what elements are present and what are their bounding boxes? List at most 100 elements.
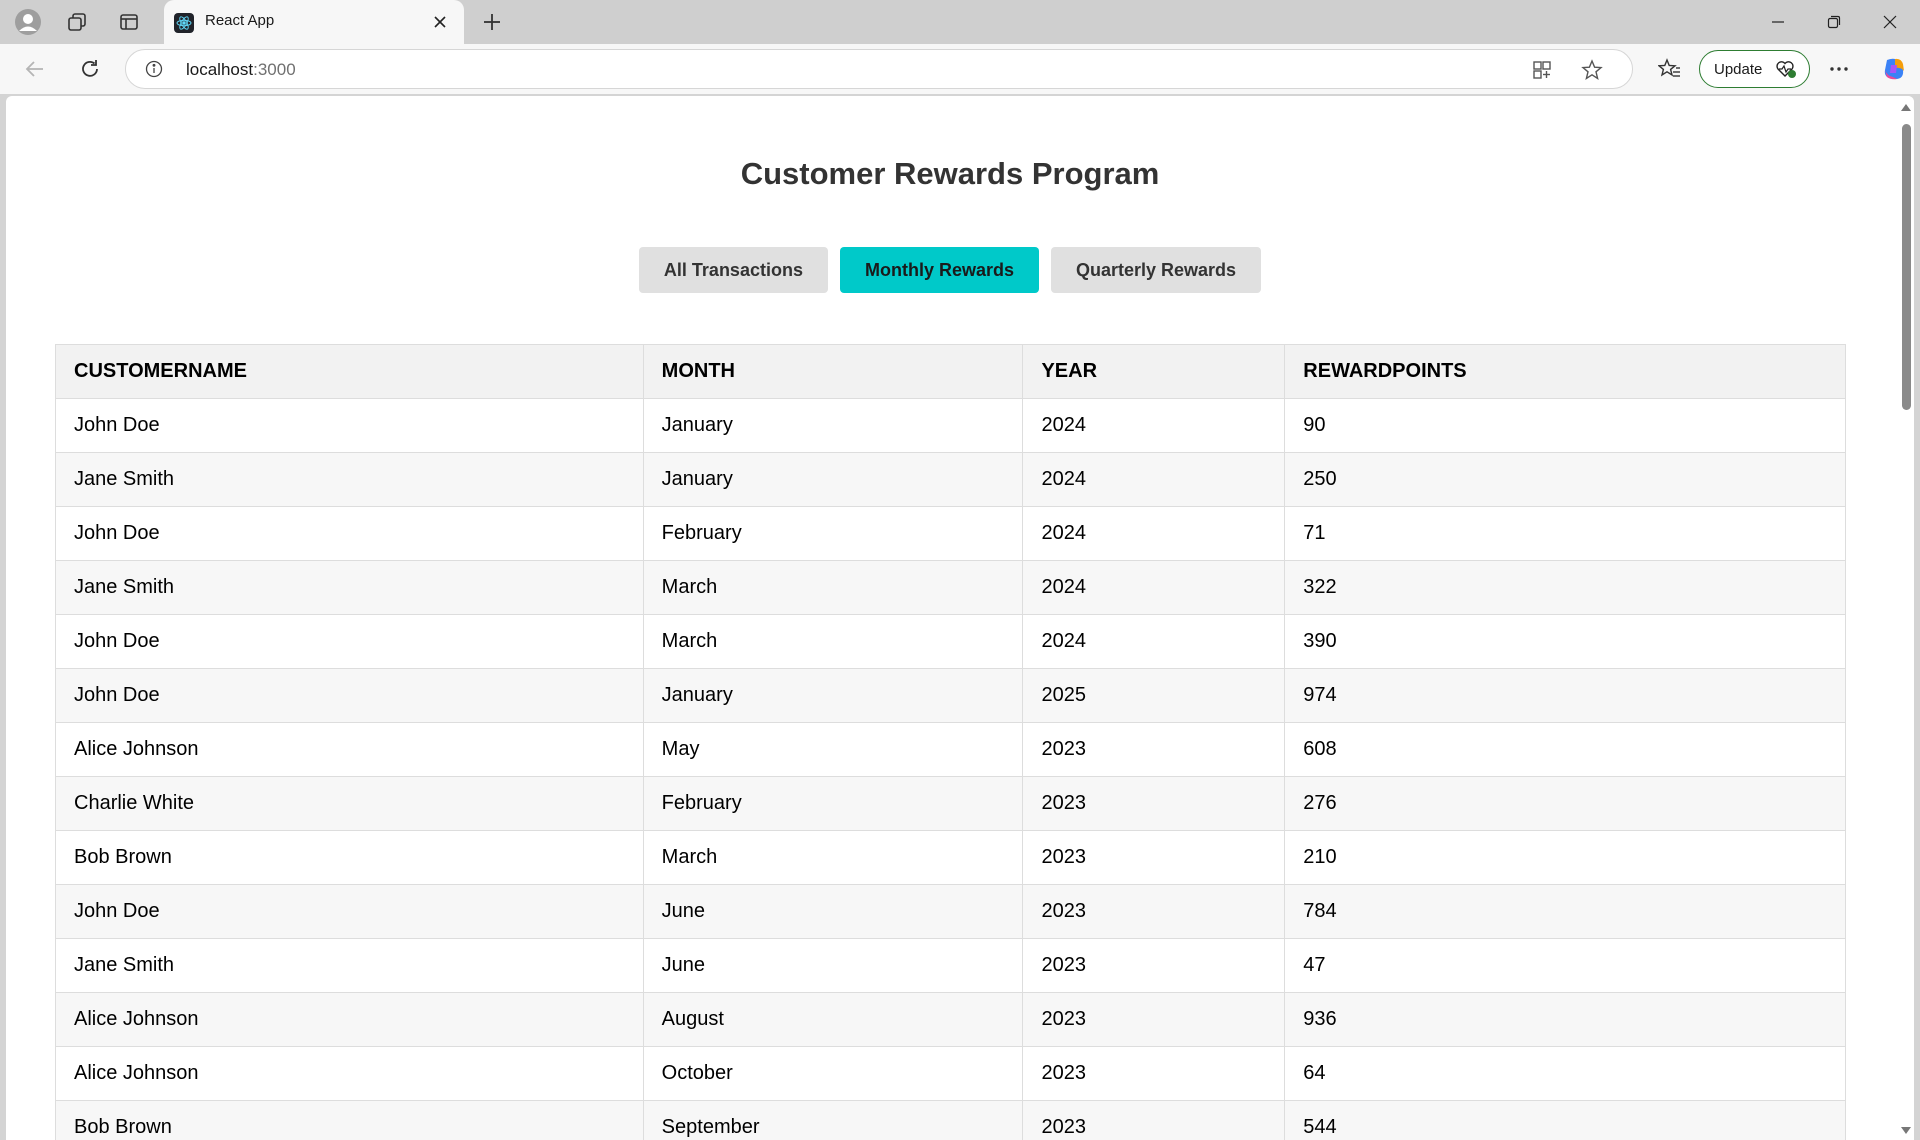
- cell-customer-name: Jane Smith: [55, 938, 644, 993]
- table-row: John Doe March 2024 390: [55, 614, 1846, 669]
- cell-reward-points: 322: [1284, 560, 1846, 615]
- cell-month: August: [642, 992, 1024, 1047]
- table-row: Alice Johnson May 2023 608: [55, 722, 1846, 777]
- update-button[interactable]: Update: [1699, 50, 1810, 88]
- cell-year: 2023: [1022, 938, 1286, 993]
- restore-icon[interactable]: [1806, 0, 1862, 44]
- browser-tab-bar: React App: [0, 0, 1920, 44]
- favorites-icon[interactable]: [1654, 53, 1686, 85]
- url-text: localhost:3000: [186, 60, 296, 79]
- cell-month: March: [642, 614, 1024, 669]
- cell-month: February: [642, 506, 1024, 561]
- page-viewport: Customer Rewards Program All Transaction…: [6, 96, 1914, 1140]
- quarterly-rewards-button[interactable]: Quarterly Rewards: [1051, 247, 1262, 293]
- cell-month: March: [642, 560, 1024, 615]
- table-body: John Doe January 2024 90 Jane Smith January 20…: [55, 398, 1846, 1140]
- monthly-rewards-button[interactable]: Monthly Rewards: [839, 247, 1039, 293]
- back-icon[interactable]: [19, 53, 51, 85]
- table-header-row: customerName month year rewardPoints: [55, 344, 1846, 399]
- tab-react-app[interactable]: React App: [164, 0, 464, 44]
- address-bar[interactable]: localhost:3000: [125, 49, 1633, 89]
- cell-year: 2024: [1022, 560, 1286, 615]
- cell-reward-points: 71: [1284, 506, 1846, 561]
- cell-year: 2025: [1022, 668, 1286, 723]
- table-row: Jane Smith June 2023 47: [55, 938, 1846, 993]
- cell-customer-name: Bob Brown: [55, 830, 644, 885]
- refresh-icon[interactable]: [74, 53, 106, 85]
- column-header-reward-points[interactable]: rewardPoints: [1284, 344, 1846, 399]
- cell-year: 2023: [1022, 830, 1286, 885]
- vertical-scrollbar[interactable]: [1898, 96, 1914, 1140]
- cell-reward-points: 276: [1284, 776, 1846, 831]
- table-row: John Doe June 2023 784: [55, 884, 1846, 939]
- cell-reward-points: 544: [1284, 1100, 1846, 1140]
- browser-toolbar: localhost:3000 Update: [0, 44, 1920, 94]
- cell-month: January: [642, 452, 1024, 507]
- cell-reward-points: 608: [1284, 722, 1846, 777]
- cell-reward-points: 90: [1284, 398, 1846, 453]
- cell-year: 2024: [1022, 452, 1286, 507]
- cell-customer-name: John Doe: [55, 506, 644, 561]
- workspaces-icon[interactable]: [61, 6, 93, 38]
- copilot-icon[interactable]: [1878, 53, 1910, 85]
- table-row: Charlie White February 2023 276: [55, 776, 1846, 831]
- profile-icon[interactable]: [12, 6, 44, 38]
- cell-reward-points: 784: [1284, 884, 1846, 939]
- cell-customer-name: Alice Johnson: [55, 992, 644, 1047]
- update-heart-icon: [1776, 61, 1796, 78]
- cell-year: 2023: [1022, 1100, 1286, 1140]
- minimize-icon[interactable]: [1750, 0, 1806, 44]
- table-row: Jane Smith March 2024 322: [55, 560, 1846, 615]
- view-selector: All Transactions Monthly Rewards Quarter…: [6, 247, 1894, 293]
- table-row: John Doe January 2024 90: [55, 398, 1846, 453]
- cell-month: June: [642, 938, 1024, 993]
- cell-year: 2024: [1022, 614, 1286, 669]
- cell-customer-name: John Doe: [55, 614, 644, 669]
- close-tab-icon[interactable]: [428, 10, 452, 34]
- table-row: Alice Johnson October 2023 64: [55, 1046, 1846, 1101]
- cell-month: March: [642, 830, 1024, 885]
- cell-reward-points: 64: [1284, 1046, 1846, 1101]
- rewards-table: customerName month year rewardPoints Joh…: [55, 344, 1846, 1140]
- close-window-icon[interactable]: [1862, 0, 1918, 44]
- tab-title: React App: [205, 12, 275, 29]
- cell-reward-points: 974: [1284, 668, 1846, 723]
- cell-customer-name: Alice Johnson: [55, 1046, 644, 1101]
- cell-year: 2023: [1022, 776, 1286, 831]
- scrollbar-thumb[interactable]: [1902, 124, 1911, 410]
- cell-reward-points: 936: [1284, 992, 1846, 1047]
- cell-customer-name: Jane Smith: [55, 452, 644, 507]
- cell-month: June: [642, 884, 1024, 939]
- scroll-down-arrow-icon[interactable]: [1901, 1127, 1911, 1134]
- new-tab-icon[interactable]: [476, 6, 508, 38]
- table-row: Jane Smith January 2024 250: [55, 452, 1846, 507]
- column-header-year[interactable]: year: [1022, 344, 1286, 399]
- site-info-icon[interactable]: [144, 59, 164, 79]
- cell-customer-name: John Doe: [55, 398, 644, 453]
- cell-month: September: [642, 1100, 1024, 1140]
- cell-year: 2024: [1022, 506, 1286, 561]
- column-header-month[interactable]: month: [642, 344, 1024, 399]
- scroll-up-arrow-icon[interactable]: [1901, 104, 1911, 111]
- cell-reward-points: 47: [1284, 938, 1846, 993]
- table-row: Alice Johnson August 2023 936: [55, 992, 1846, 1047]
- cell-reward-points: 250: [1284, 452, 1846, 507]
- cell-reward-points: 210: [1284, 830, 1846, 885]
- more-options-icon[interactable]: [1823, 53, 1855, 85]
- column-header-customer-name[interactable]: customerName: [55, 344, 644, 399]
- favorite-star-icon[interactable]: [1578, 56, 1606, 84]
- app-available-icon[interactable]: [1528, 56, 1556, 84]
- cell-customer-name: Charlie White: [55, 776, 644, 831]
- cell-customer-name: Alice Johnson: [55, 722, 644, 777]
- cell-customer-name: Bob Brown: [55, 1100, 644, 1140]
- cell-month: January: [642, 398, 1024, 453]
- table-row: John Doe January 2025 974: [55, 668, 1846, 723]
- all-transactions-button[interactable]: All Transactions: [638, 247, 828, 293]
- cell-reward-points: 390: [1284, 614, 1846, 669]
- tab-actions-icon[interactable]: [113, 6, 145, 38]
- table-row: Bob Brown September 2023 544: [55, 1100, 1846, 1140]
- table-row: Bob Brown March 2023 210: [55, 830, 1846, 885]
- react-logo-icon: [174, 13, 194, 33]
- cell-customer-name: John Doe: [55, 668, 644, 723]
- cell-customer-name: Jane Smith: [55, 560, 644, 615]
